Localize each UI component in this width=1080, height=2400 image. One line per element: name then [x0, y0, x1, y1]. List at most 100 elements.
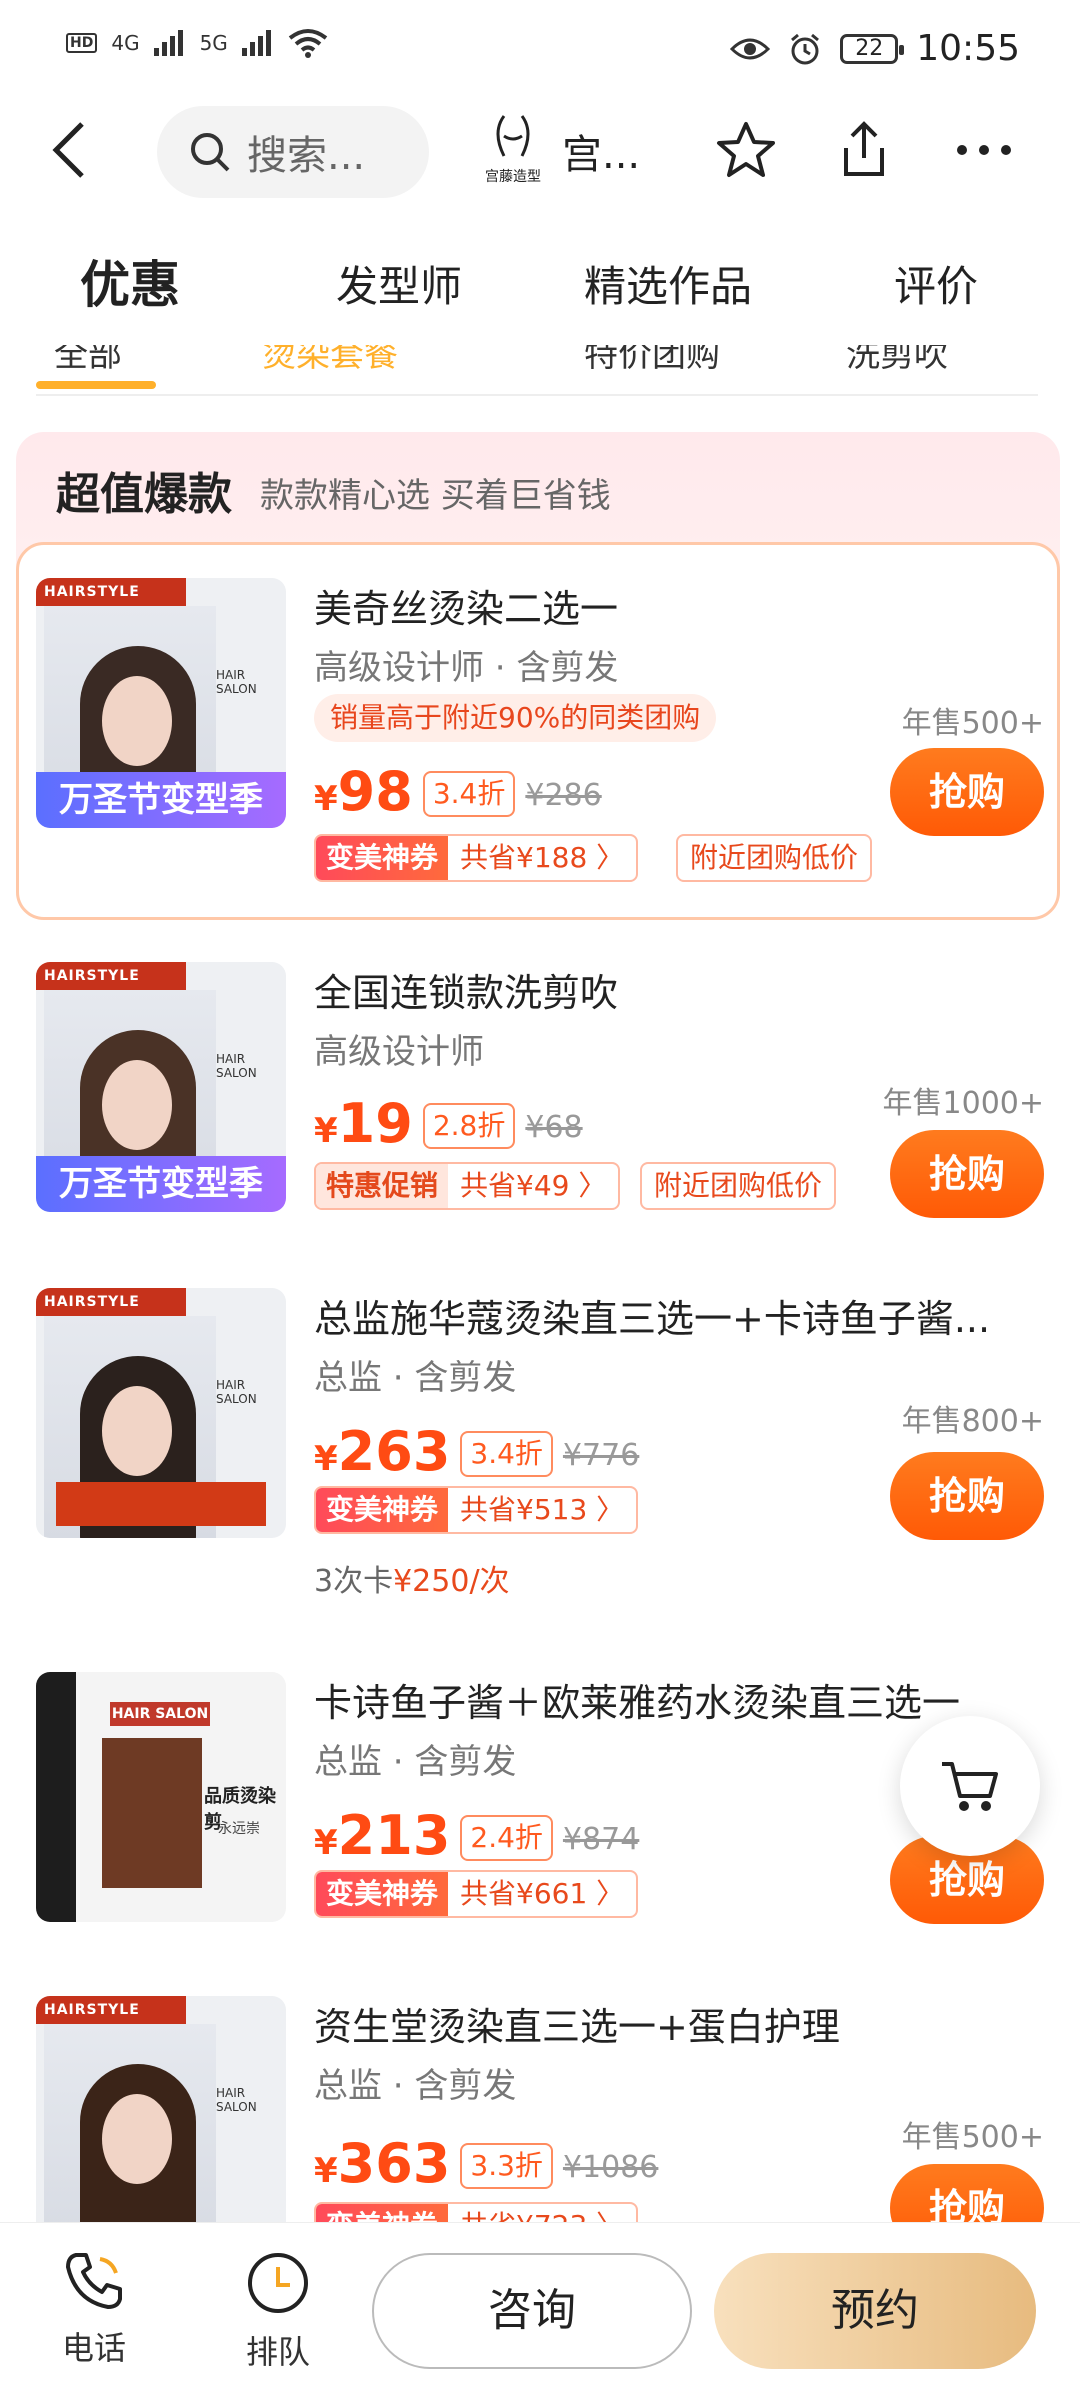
status-left: HD 4G 5G [66, 28, 328, 58]
annual-sales: 年售500+ [901, 2120, 1044, 2155]
discount-badge: 3.4折 [460, 1431, 553, 1477]
model-photo [102, 1738, 202, 1888]
thumb-salon-text: HAIR SALON [216, 1378, 257, 1406]
signal-icon [153, 30, 183, 56]
promo-subtitle: 款款精心选 买着巨省钱 [260, 476, 611, 516]
status-right: 22 10:55 [730, 28, 1020, 69]
status-bar: HD 4G 5G 22 10:55 [0, 0, 1080, 100]
rank-badge: 销量高于附近90%的同类团购 [314, 694, 717, 742]
alarm-icon [791, 33, 820, 64]
network-5g-label: 5G [199, 31, 228, 55]
original-price: ¥68 [525, 1110, 583, 1145]
coupon-tag[interactable]: 变美神券 共省¥188 〉 [314, 834, 639, 882]
thumb-salon-text: HAIR SALON [216, 668, 257, 696]
deal-meta: 总监 · 含剪发 [314, 1358, 517, 1398]
book-button[interactable]: 预约 [714, 2253, 1036, 2369]
coupon-label: 变美神券 [316, 2204, 449, 2222]
price-row: ¥19 2.8折 ¥68 [314, 1092, 583, 1155]
shop-name[interactable]: 宫... [562, 122, 640, 180]
signal-icon [241, 30, 271, 56]
coupon-tag[interactable]: 特惠促销 共省¥49 〉 [314, 1162, 621, 1210]
coupon-label: 变美神券 [316, 1488, 449, 1532]
phone-button[interactable]: 电话 [24, 2249, 164, 2369]
subcat-wash-cut[interactable]: 洗剪吹 [846, 345, 948, 376]
buy-button[interactable]: 抢购 [890, 1452, 1044, 1540]
eye-icon [730, 38, 771, 59]
buy-button[interactable]: 抢购 [890, 1130, 1044, 1218]
nearby-low-price-tag: 附近团购低价 [676, 834, 873, 882]
coupon-savings: 共省¥49 〉 [460, 1169, 607, 1202]
shop-logo-text: 宫藤造型 [485, 169, 541, 185]
coupon-tag[interactable]: 变美神券 共省¥513 〉 [314, 1486, 639, 1534]
buy-button[interactable]: 抢购 [890, 748, 1044, 836]
deal-meta: 高级设计师 · 含剪发 [314, 648, 619, 688]
tab-discounts[interactable]: 优惠 [80, 245, 180, 317]
tab-stylists[interactable]: 发型师 [336, 253, 462, 314]
thumb-tag: HAIRSTYLE [36, 578, 186, 606]
deal-thumbnail: HAIRSTYLE HAIR SALON [36, 1288, 286, 1538]
coupon-savings: 共省¥661 〉 [460, 1877, 625, 1910]
share-button[interactable] [832, 118, 896, 182]
shop-logo[interactable]: 宫藤造型 [478, 112, 548, 188]
original-price: ¥776 [562, 1438, 640, 1473]
back-button[interactable] [50, 120, 110, 190]
deal-title: 总监施华蔻烫染直三选一+卡诗鱼子酱... [314, 1297, 991, 1341]
annual-sales: 年售800+ [901, 1404, 1044, 1439]
network-4g-label: 4G [111, 31, 140, 55]
thumb-red-block [56, 1482, 266, 1526]
coupon-tag[interactable]: 变美神券 共省¥661 〉 [314, 1870, 639, 1918]
model-photo [44, 2024, 216, 2222]
coupon-savings: 共省¥723 〉 [448, 2204, 636, 2222]
shop-logo-mark [496, 115, 530, 157]
discount-badge: 3.3折 [460, 2143, 553, 2189]
subcat-perm-dye[interactable]: 烫染套餐 [262, 345, 398, 376]
deal-meta: 总监 · 含剪发 [314, 2066, 517, 2106]
chevron-left-icon [52, 122, 84, 178]
price: ¥263 [314, 1420, 451, 1483]
price: ¥98 [314, 760, 413, 823]
battery-indicator: 22 [840, 33, 905, 64]
consult-button[interactable]: 咨询 [372, 2253, 692, 2369]
original-price: ¥286 [525, 778, 602, 813]
deal-thumbnail: HAIRSTYLE HAIR SALON 万圣节变型季 [36, 578, 286, 828]
annual-sales: 年售1000+ [882, 1086, 1044, 1121]
thumb-tag: HAIRSTYLE [36, 1996, 186, 2024]
star-icon [717, 122, 775, 177]
original-price: ¥1086 [562, 2150, 659, 2185]
favorite-button[interactable] [714, 118, 778, 182]
subcat-special[interactable]: 特价团购 [584, 345, 720, 376]
price-row: ¥98 3.4折 ¥286 [314, 760, 602, 823]
coupon-tag[interactable]: 变美神券 共省¥723 〉 [314, 2202, 639, 2222]
price: ¥19 [314, 1092, 413, 1155]
more-icon [957, 145, 1011, 155]
queue-label: 排队 [245, 2333, 310, 2371]
tab-reviews[interactable]: 评价 [894, 253, 978, 314]
deal-item[interactable]: HAIRSTYLE HAIR SALON 资生堂烫染直三选一+蛋白护理 总监 ·… [0, 1996, 1080, 2222]
clock: 10:55 [916, 28, 1020, 69]
hd-icon: HD [66, 33, 98, 53]
coupon-label: 特惠促销 [316, 1164, 449, 1208]
deal-thumbnail: HAIRSTYLE HAIR SALON 万圣节变型季 [36, 962, 286, 1212]
deal-title: 资生堂烫染直三选一+蛋白护理 [314, 2005, 840, 2049]
promo-title: 超值爆款 [56, 469, 232, 520]
queue-button[interactable]: 排队 [208, 2249, 348, 2373]
search-placeholder: 搜索... [247, 133, 366, 179]
times-card-info: 3次卡¥250/次 [314, 1564, 510, 1599]
thumb-tag: HAIRSTYLE [36, 1288, 186, 1316]
deal-title: 卡诗鱼子酱＋欧莱雅药水烫染直三选一 [314, 1681, 961, 1725]
wifi-icon [288, 29, 328, 58]
more-button[interactable] [952, 118, 1016, 182]
deal-thumbnail: HAIRSTYLE HAIR SALON [36, 1996, 286, 2222]
subcat-all[interactable]: 全部 [54, 345, 122, 376]
subcategory-strip: 全部 烫染套餐 特价团购 洗剪吹 [0, 345, 1080, 395]
tab-featured-works[interactable]: 精选作品 [584, 253, 752, 314]
search-input[interactable]: 搜索... [157, 106, 429, 198]
clock-icon [248, 2253, 308, 2313]
cart-button[interactable] [900, 1716, 1040, 1856]
price-row: ¥213 2.4折 ¥874 [314, 1804, 639, 1867]
buy-button[interactable]: 抢购 [890, 2164, 1044, 2222]
price: ¥363 [314, 2132, 451, 2195]
cart-icon [942, 1762, 998, 1811]
coupon-label: 变美神券 [316, 836, 449, 880]
halloween-banner: 万圣节变型季 [36, 1156, 286, 1212]
